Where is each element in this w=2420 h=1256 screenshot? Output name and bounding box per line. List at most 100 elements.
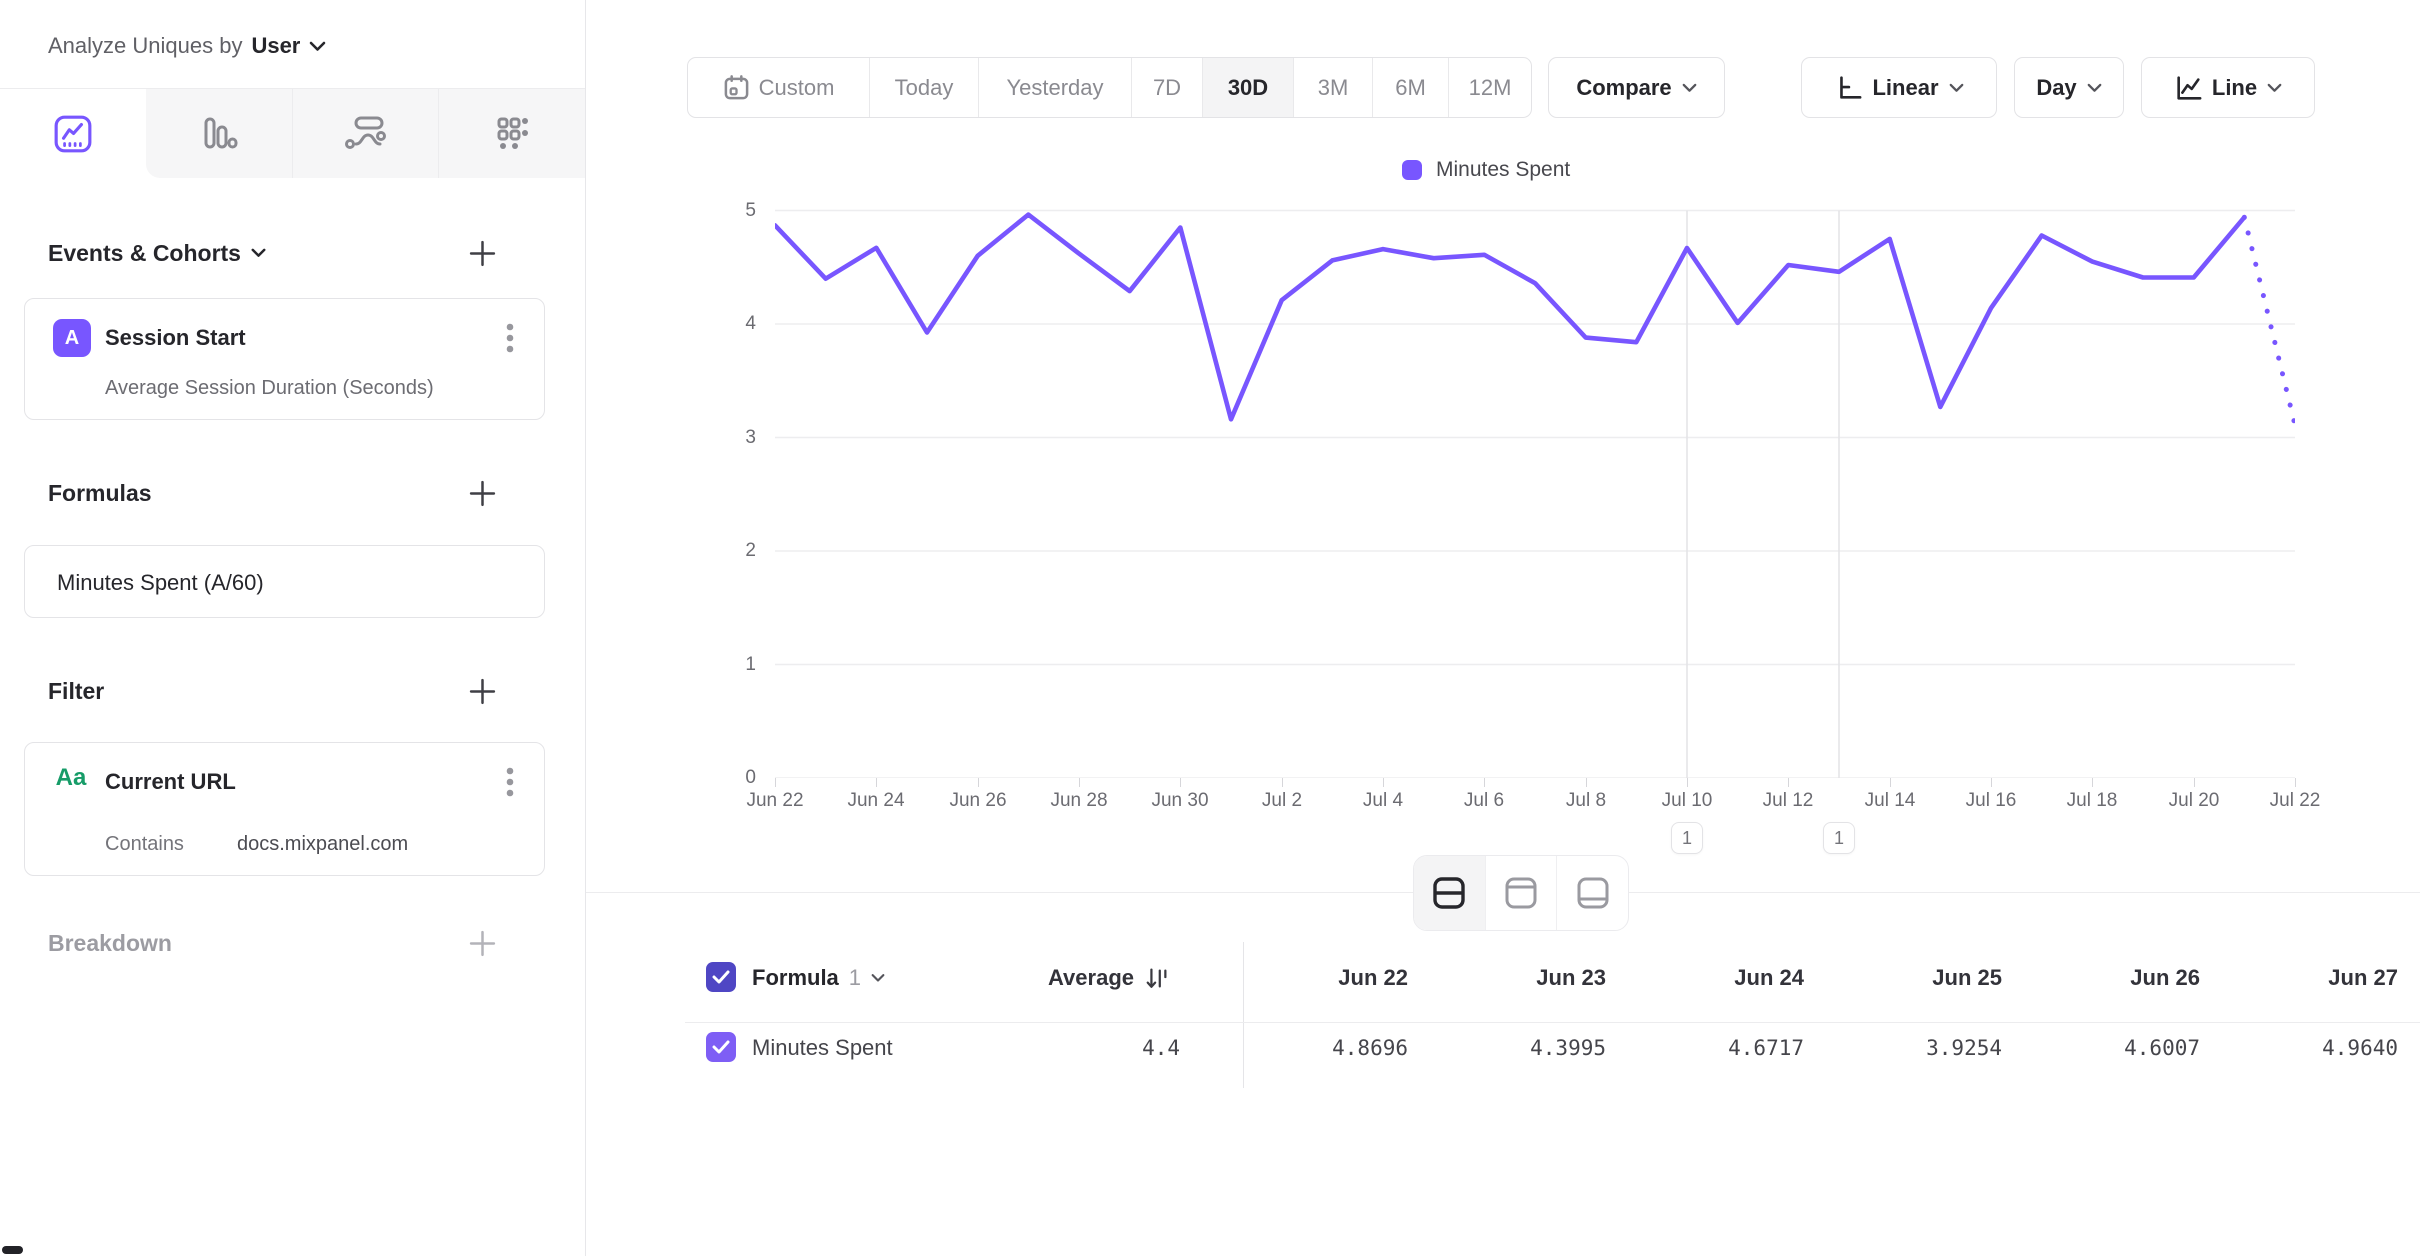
date-column-header[interactable]: Jun 27 xyxy=(2212,962,2398,994)
x-tick xyxy=(1788,778,1789,787)
filter-title: Filter xyxy=(48,678,104,705)
filter-more-menu[interactable] xyxy=(498,763,522,801)
event-title[interactable]: Session Start xyxy=(105,319,246,357)
x-tick xyxy=(1079,778,1080,787)
chart-only-view-button[interactable] xyxy=(1486,856,1558,930)
query-builder-sidebar: Analyze Uniques by User xyxy=(0,0,586,1256)
average-value-cell: 4.4 xyxy=(1000,1032,1180,1064)
event-aggregation[interactable]: Average Session Duration (Seconds) xyxy=(105,377,434,400)
x-tick xyxy=(1180,778,1181,787)
average-column-header[interactable]: Average xyxy=(1000,962,1170,994)
range-today-button[interactable]: Today xyxy=(870,58,979,117)
compare-button[interactable]: Compare xyxy=(1548,57,1725,118)
legend-label: Minutes Spent xyxy=(1436,158,1570,182)
date-column-header[interactable]: Jun 25 xyxy=(1816,962,2002,994)
interval-label: Day xyxy=(2036,75,2076,101)
chart-type-button[interactable]: Line xyxy=(2141,57,2315,118)
sort-descending-icon xyxy=(1144,964,1170,992)
tab-insights[interactable] xyxy=(0,89,146,178)
range-3m-button[interactable]: 3M xyxy=(1294,58,1373,117)
split-view-button[interactable] xyxy=(1414,856,1486,930)
event-card[interactable]: A Session Start Average Session Duration… xyxy=(24,298,545,420)
table-group-header[interactable]: Formula 1 xyxy=(752,962,885,994)
x-tick xyxy=(1282,778,1283,787)
events-cohorts-header: Events & Cohorts xyxy=(48,236,548,270)
add-filter-button[interactable] xyxy=(469,678,496,705)
layout-toggle-group xyxy=(1413,855,1629,931)
y-tick-label: 0 xyxy=(696,767,756,789)
range-custom-button[interactable]: Custom xyxy=(688,58,870,117)
range-7d-button[interactable]: 7D xyxy=(1132,58,1203,117)
add-breakdown-button[interactable] xyxy=(469,930,496,957)
table-view-icon xyxy=(1574,874,1612,912)
compare-label: Compare xyxy=(1576,75,1671,101)
scrollbar-thumb[interactable] xyxy=(2,1246,23,1254)
add-event-button[interactable] xyxy=(469,240,496,267)
minutes-spent-line-chart[interactable] xyxy=(775,204,2295,778)
x-tick xyxy=(2092,778,2093,787)
chevron-down-icon xyxy=(1682,83,1697,93)
legend-swatch xyxy=(1402,160,1422,180)
y-tick-label: 2 xyxy=(696,540,756,562)
range-label: 12M xyxy=(1469,75,1512,101)
analyze-uniques-value[interactable]: User xyxy=(251,33,300,59)
interval-selector-button[interactable]: Day xyxy=(2014,57,2124,118)
tab-flows[interactable] xyxy=(293,89,440,178)
average-header-label: Average xyxy=(1048,965,1134,991)
range-30d-button[interactable]: 30D xyxy=(1203,58,1294,117)
x-tick-label: Jul 4 xyxy=(1338,790,1428,812)
date-column-header[interactable]: Jun 22 xyxy=(1222,962,1408,994)
annotation-badge[interactable]: 1 xyxy=(1823,822,1855,854)
series-checkbox[interactable] xyxy=(706,1032,736,1062)
date-column-header[interactable]: Jun 24 xyxy=(1618,962,1804,994)
chart-type-label: Line xyxy=(2212,75,2257,101)
x-tick-label: Jun 22 xyxy=(730,790,820,812)
formula-card[interactable]: Minutes Spent (A/60) xyxy=(24,545,545,618)
y-tick-label: 3 xyxy=(696,427,756,449)
date-value-cell: 4.6717 xyxy=(1618,1032,1804,1064)
formula-title[interactable]: Minutes Spent (A/60) xyxy=(57,564,264,602)
x-tick-label: Jul 14 xyxy=(1845,790,1935,812)
check-icon xyxy=(712,970,730,984)
range-yesterday-button[interactable]: Yesterday xyxy=(979,58,1132,117)
event-letter-badge: A xyxy=(53,319,91,357)
range-label: 30D xyxy=(1228,75,1268,101)
range-label: 6M xyxy=(1395,75,1426,101)
filter-card[interactable]: Aa Current URL Contains docs.mixpanel.co… xyxy=(24,742,545,876)
filter-operator[interactable]: Contains xyxy=(105,833,184,856)
date-column-header[interactable]: Jun 23 xyxy=(1420,962,1606,994)
scale-label: Linear xyxy=(1872,75,1938,101)
range-12m-button[interactable]: 12M xyxy=(1449,58,1531,117)
annotation-badge[interactable]: 1 xyxy=(1671,822,1703,854)
range-label: Today xyxy=(895,75,954,101)
x-tick-label: Jun 30 xyxy=(1135,790,1225,812)
tab-metrics[interactable] xyxy=(439,89,585,178)
filter-property[interactable]: Current URL xyxy=(105,763,236,801)
event-more-menu[interactable] xyxy=(498,319,522,357)
calendar-icon xyxy=(723,74,750,101)
table-row-separator xyxy=(685,1022,2420,1023)
bar-chart-icon xyxy=(199,114,239,154)
date-value-cell: 3.9254 xyxy=(1816,1032,2002,1064)
x-tick xyxy=(775,778,776,787)
tab-bar-chart[interactable] xyxy=(146,89,293,178)
add-formula-button[interactable] xyxy=(469,480,496,507)
series-row-label[interactable]: Minutes Spent xyxy=(752,1032,893,1064)
date-value-cell: 4.8696 xyxy=(1222,1032,1408,1064)
x-tick xyxy=(2295,778,2296,787)
date-column-header[interactable]: Jun 26 xyxy=(2014,962,2200,994)
formulas-title: Formulas xyxy=(48,480,152,507)
filter-value[interactable]: docs.mixpanel.com xyxy=(237,833,408,856)
table-only-view-button[interactable] xyxy=(1557,856,1628,930)
check-icon xyxy=(712,1040,730,1054)
range-label: Custom xyxy=(759,75,835,101)
scale-selector-button[interactable]: Linear xyxy=(1801,57,1997,118)
date-range-control: Custom Today Yesterday7D 30D 3M 6M 12M xyxy=(687,57,1532,118)
chevron-down-icon[interactable] xyxy=(251,248,266,258)
select-all-checkbox[interactable] xyxy=(706,962,736,992)
range-6m-button[interactable]: 6M xyxy=(1373,58,1449,117)
kebab-icon xyxy=(506,766,514,798)
date-value-cell: 4.9640 xyxy=(2212,1032,2398,1064)
formula-group-label: Formula xyxy=(752,965,839,991)
chevron-down-icon[interactable] xyxy=(309,41,326,52)
